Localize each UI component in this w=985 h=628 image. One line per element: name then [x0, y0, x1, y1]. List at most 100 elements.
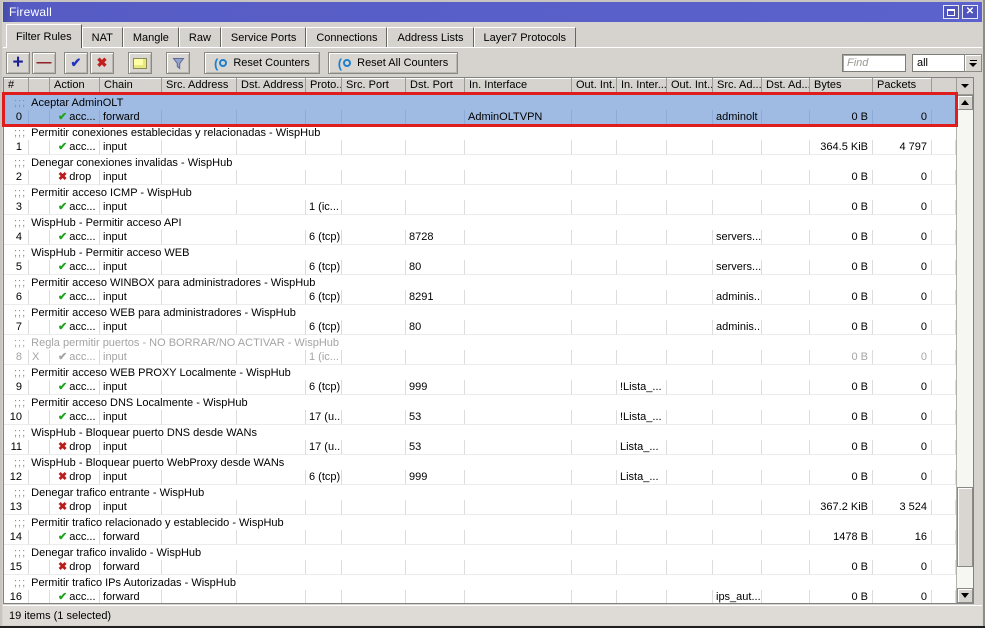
rule-row[interactable]: 13✖dropinput367.2 KiB3 524 [4, 500, 956, 515]
firewall-window: Firewall ✕ Filter Rules NAT Mangle Raw S… [0, 0, 985, 628]
column-header[interactable]: Action [50, 78, 100, 94]
comment-row[interactable]: ;;;Permitir acceso WEB PROXY Localmente … [4, 365, 956, 380]
tab-connections[interactable]: Connections [306, 27, 387, 47]
close-button[interactable]: ✕ [962, 5, 978, 19]
column-header[interactable]: Out. Int... [667, 78, 713, 94]
column-header[interactable]: In. Inter... [617, 78, 667, 94]
rule-row[interactable]: 16✔acc...forwardips_aut...0 B0 [4, 590, 956, 603]
rule-row[interactable]: 0✔acc...forwardAdminOLTVPNadminolt0 B0 [4, 110, 956, 125]
comment-row[interactable]: ;;;WispHub - Bloquear puerto DNS desde W… [4, 425, 956, 440]
comment-row[interactable]: ;;;Regla permitir puertos - NO BORRAR/NO… [4, 335, 956, 350]
cell-src-port [342, 320, 406, 335]
scrollbar-up-button[interactable] [957, 95, 973, 110]
rule-row[interactable]: 10✔acc...input17 (u...53!Lista_...0 B0 [4, 410, 956, 425]
column-header[interactable]: Out. Int... [572, 78, 617, 94]
comment-row[interactable]: ;;;Denegar conexiones invalidas - WispHu… [4, 155, 956, 170]
tab-raw[interactable]: Raw [179, 27, 221, 47]
rule-row[interactable]: 14✔acc...forward1478 B16 [4, 530, 956, 545]
comment-prefix: ;;; [14, 97, 26, 109]
scrollbar-thumb[interactable] [957, 487, 973, 567]
comment-row[interactable]: ;;;Aceptar AdminOLT [4, 95, 956, 110]
rule-row[interactable]: 6✔acc...input6 (tcp)8291adminis...0 B0 [4, 290, 956, 305]
filter-button[interactable] [166, 52, 190, 74]
column-header[interactable]: Dst. Ad... [762, 78, 810, 94]
cell-out-list [667, 380, 713, 395]
comment-row[interactable]: ;;;Denegar trafico entrante - WispHub [4, 485, 956, 500]
cell-action: ✖drop [50, 170, 100, 185]
find-input[interactable] [842, 54, 906, 72]
cell-in-list [617, 260, 667, 275]
comment-row[interactable]: ;;;WispHub - Permitir acceso WEB [4, 245, 956, 260]
comment-row[interactable]: ;;;Permitir acceso WEB para administrado… [4, 305, 956, 320]
column-header[interactable]: In. Interface [465, 78, 572, 94]
comment-button[interactable] [128, 52, 152, 74]
comment-row[interactable]: ;;;Permitir trafico IPs Autorizadas - Wi… [4, 575, 956, 590]
tab-address-lists[interactable]: Address Lists [387, 27, 473, 47]
tab-filter-rules[interactable]: Filter Rules [6, 24, 82, 48]
comment-text: Regla permitir puertos - NO BORRAR/NO AC… [31, 337, 339, 349]
filter-dropdown[interactable]: all [912, 54, 982, 72]
comment-row[interactable]: ;;;Permitir trafico relacionado y establ… [4, 515, 956, 530]
rule-row[interactable]: 3✔acc...input1 (ic...0 B0 [4, 200, 956, 215]
filter-dropdown-button[interactable] [964, 54, 982, 72]
rule-row[interactable]: 2✖dropinput0 B0 [4, 170, 956, 185]
action-label: acc... [69, 321, 95, 334]
accept-icon: ✔ [58, 322, 67, 333]
reset-all-counters-button[interactable]: ( Reset All Counters [328, 52, 458, 74]
rule-row[interactable]: 9✔acc...input6 (tcp)999!Lista_...0 B0 [4, 380, 956, 395]
accept-icon: ✔ [58, 292, 67, 303]
rule-row[interactable]: 12✖dropinput6 (tcp)999Lista_...0 B0 [4, 470, 956, 485]
tab-service-ports[interactable]: Service Ports [221, 27, 306, 47]
comment-row[interactable]: ;;;Denegar trafico invalido - WispHub [4, 545, 956, 560]
add-rule-button[interactable]: + [6, 52, 30, 74]
reset-counters-button[interactable]: ( Reset Counters [204, 52, 320, 74]
comment-row[interactable]: ;;;Permitir acceso WINBOX para administr… [4, 275, 956, 290]
maximize-button[interactable] [943, 5, 959, 19]
rule-row[interactable]: 11✖dropinput17 (u...53Lista_...0 B0 [4, 440, 956, 455]
column-header[interactable]: Proto... [306, 78, 342, 94]
cell-dst-port: 8291 [406, 290, 465, 305]
column-header[interactable]: Chain [100, 78, 162, 94]
comment-row[interactable]: ;;;WispHub - Bloquear puerto WebProxy de… [4, 455, 956, 470]
tab-nat[interactable]: NAT [82, 27, 123, 47]
comment-row[interactable]: ;;;Permitir acceso ICMP - WispHub [4, 185, 956, 200]
cell-spacer [932, 560, 956, 575]
rule-row[interactable]: 8X✔acc...input1 (ic...0 B0 [4, 350, 956, 365]
column-chooser-button[interactable] [956, 78, 973, 94]
rule-row[interactable]: 15✖dropforward0 B0 [4, 560, 956, 575]
title-bar[interactable]: Firewall ✕ [3, 2, 982, 22]
remove-rule-button[interactable]: — [32, 52, 56, 74]
comment-row[interactable]: ;;;WispHub - Permitir acceso API [4, 215, 956, 230]
cell-packets: 0 [873, 590, 932, 603]
comment-text: WispHub - Bloquear puerto WebProxy desde… [31, 457, 284, 469]
column-header[interactable]: Src. Port [342, 78, 406, 94]
column-header[interactable]: Packets [873, 78, 932, 94]
rule-row[interactable]: 7✔acc...input6 (tcp)80adminis...0 B0 [4, 320, 956, 335]
column-header[interactable]: Dst. Port [406, 78, 465, 94]
rule-row[interactable]: 5✔acc...input6 (tcp)80servers...0 B0 [4, 260, 956, 275]
cell-dst-list [762, 530, 810, 545]
enable-rule-button[interactable]: ✔ [64, 52, 88, 74]
disable-rule-button[interactable]: ✖ [90, 52, 114, 74]
column-header[interactable]: # [4, 78, 29, 94]
vertical-scrollbar[interactable] [956, 95, 973, 603]
cell-src-port [342, 200, 406, 215]
column-header[interactable] [29, 78, 50, 94]
cell-in-interface [465, 440, 572, 455]
scrollbar-down-button[interactable] [957, 588, 973, 603]
column-header[interactable]: Src. Ad... [713, 78, 762, 94]
cell-packets: 0 [873, 290, 932, 305]
action-label: acc... [69, 531, 95, 544]
comment-row[interactable]: ;;;Permitir acceso DNS Localmente - Wisp… [4, 395, 956, 410]
comment-row[interactable]: ;;;Permitir conexiones establecidas y re… [4, 125, 956, 140]
cell-in-interface [465, 530, 572, 545]
column-header[interactable]: Dst. Address [237, 78, 306, 94]
minus-icon: — [37, 58, 52, 68]
rule-row[interactable]: 1✔acc...input364.5 KiB4 797 [4, 140, 956, 155]
status-bar: 19 items (1 selected) [3, 605, 982, 625]
tab-mangle[interactable]: Mangle [123, 27, 179, 47]
column-header[interactable]: Bytes [810, 78, 873, 94]
column-header[interactable]: Src. Address [162, 78, 237, 94]
tab-layer7-protocols[interactable]: Layer7 Protocols [474, 27, 577, 47]
rule-row[interactable]: 4✔acc...input6 (tcp)8728servers...0 B0 [4, 230, 956, 245]
